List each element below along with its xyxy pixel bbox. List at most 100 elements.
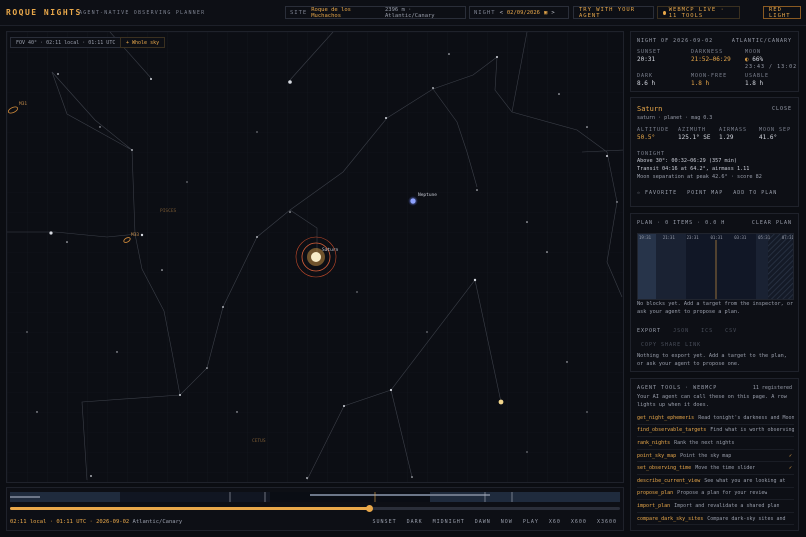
azimuth-label: AZIMUTH — [678, 127, 707, 133]
m31-label: M31 — [19, 101, 27, 107]
play-button[interactable]: PLAY — [523, 519, 539, 525]
plan-empty-text: No blocks yet. Add a target from the ins… — [637, 301, 794, 315]
tonight-transit: Transit 04:16 at 64.2°, airmass 1.11 — [637, 166, 750, 172]
moon-phase-icon: ◐ — [745, 56, 749, 63]
saturn-label: Saturn — [322, 247, 339, 253]
tonight-above: Above 30°: 00:32–06:29 (357 min) — [637, 158, 737, 164]
agent-tools-panel: AGENT TOOLS · WEBMCP 11 registered Your … — [630, 378, 799, 531]
current-timezone: Atlantic/Canary — [132, 519, 183, 525]
favorite-button[interactable]: ☆ FAVORITE — [637, 190, 677, 196]
copy-share-link-button[interactable]: COPY SHARE LINK — [641, 342, 701, 348]
tool-row[interactable]: point_sky_map Point the sky map ✓ — [637, 450, 794, 463]
moonsep-value: 41.6° — [759, 134, 778, 141]
time-slider-thumb[interactable] — [366, 505, 374, 512]
export-ics-button[interactable]: ICS — [701, 328, 713, 334]
night-title: NIGHT OF 2026-09-02 — [637, 38, 714, 44]
tool-name: rank_nights — [637, 439, 671, 446]
live-dot-icon — [663, 10, 666, 15]
fov-readout: FOV 40° · 02:11 local · 01:11 UTC — [10, 37, 122, 48]
check-icon: ✓ — [788, 452, 792, 459]
tool-row[interactable]: find_observable_targets Find what is wort… — [637, 425, 794, 438]
plan-hour: 01:31 — [710, 235, 723, 240]
plan-hour: 21:31 — [662, 235, 675, 240]
tool-row[interactable]: set_observing_time Move the time slider ✓ — [637, 462, 794, 475]
tool-row[interactable]: propose_plan Propose a plan for your revi… — [637, 488, 794, 501]
now-button[interactable]: NOW — [501, 519, 513, 525]
tool-row[interactable]: get_night_ephemeris Read tonight's darkne… — [637, 412, 794, 425]
sunset-button[interactable]: SUNSET — [373, 519, 397, 525]
sunset-value: 20:31 — [637, 56, 656, 63]
speed-x600-button[interactable]: X600 — [571, 519, 587, 525]
tool-desc: Import and revalidate a shared plan — [674, 502, 780, 509]
tool-row[interactable]: rank_nights Rank the next nights — [637, 437, 794, 450]
export-csv-button[interactable]: CSV — [725, 328, 737, 334]
sunset-label: SUNSET — [637, 49, 662, 55]
export-row: EXPORT JSON ICS CSV — [637, 328, 737, 334]
night-selector: NIGHT < 02/09/2026 ▣ > — [469, 6, 569, 19]
dark-button[interactable]: DARK — [407, 519, 423, 525]
moonfree-label: MOON-FREE — [691, 73, 728, 79]
try-agent-button[interactable]: TRY WITH YOUR AGENT — [573, 6, 654, 19]
clear-plan-button[interactable]: CLEAR PLAN — [752, 220, 792, 226]
night-date-input[interactable]: 02/09/2026 — [507, 10, 540, 16]
midnight-button[interactable]: MIDNIGHT — [433, 519, 465, 525]
calendar-icon[interactable]: ▣ — [544, 10, 547, 16]
night-timeline-track[interactable] — [10, 492, 620, 502]
tool-name: propose_plan — [637, 490, 674, 497]
tool-desc: Read tonight's darkness and Moon — [698, 414, 794, 421]
tonight-moon-sep: Moon separation at peak 42.6° · score 82 — [637, 174, 762, 180]
tool-name: set_observing_time — [637, 465, 692, 472]
close-inspector-button[interactable]: CLOSE — [772, 106, 792, 112]
red-light-button[interactable]: RED LIGHT — [763, 6, 801, 19]
tool-desc: Point the sky map — [680, 452, 732, 459]
target-actions: ☆ FAVORITE POINT MAP ADD TO PLAN — [637, 190, 777, 196]
plan-hour: 03:31 — [734, 235, 747, 240]
add-to-plan-button[interactable]: ADD TO PLAN — [733, 190, 777, 196]
whole-sky-button[interactable]: + Whole sky — [120, 37, 166, 48]
dawn-button[interactable]: DAWN — [475, 519, 491, 525]
time-slider[interactable] — [10, 505, 620, 512]
night-summary-panel: NIGHT OF 2026-09-02 ATLANTIC/CANARY SUNS… — [630, 31, 799, 92]
check-icon: ✓ — [788, 465, 792, 472]
moon-value-row: ◐ 66% — [745, 56, 763, 63]
bright-star[interactable] — [498, 399, 504, 405]
tool-name: compare_dark_sky_sites — [637, 515, 704, 522]
app-brand: ROQUE NIGHTS — [6, 8, 82, 17]
usable-value: 1.8 h — [745, 80, 764, 87]
night-prev-button[interactable]: < — [500, 10, 503, 16]
neptune-label: Neptune — [418, 192, 437, 198]
webmcp-status-button[interactable]: WEBMCP LIVE · 11 TOOLS — [657, 6, 740, 19]
m33-label: M33 — [131, 232, 139, 238]
tool-row[interactable]: describe_current_view See what you are lo… — [637, 475, 794, 488]
plan-timeline[interactable]: 19:31 21:31 23:31 01:31 03:31 05:31 07:3… — [637, 233, 794, 300]
usable-label: USABLE — [745, 73, 770, 79]
speed-x3600-button[interactable]: X3600 — [597, 519, 617, 525]
site-name[interactable]: Roque de los Muchachos — [311, 7, 381, 19]
tool-name: find_observable_targets — [637, 427, 707, 434]
tonight-label: TONIGHT — [637, 151, 666, 157]
point-map-button[interactable]: POINT MAP — [687, 190, 723, 196]
site-selector[interactable]: SITE Roque de los Muchachos 2396 m · Atl… — [285, 6, 466, 19]
neptune-disc — [410, 198, 416, 204]
saturn-marker[interactable] — [295, 236, 337, 278]
tool-row[interactable]: compare_dark_sky_sites Compare dark-sky s… — [637, 513, 794, 526]
plan-hour-labels: 19:31 21:31 23:31 01:31 03:31 05:31 07:3… — [639, 235, 793, 240]
altitude-value: 50.5° — [637, 134, 656, 141]
speed-x60-button[interactable]: X60 — [549, 519, 561, 525]
moonfree-value: 1.8 h — [691, 80, 710, 87]
export-label: EXPORT — [637, 328, 662, 334]
sky-map-canvas[interactable]: Saturn Neptune PISCES CETUS M31 M33 — [7, 32, 624, 483]
tools-registered: 11 registered — [752, 385, 792, 391]
dark-value: 8.6 h — [637, 80, 656, 87]
darkness-label: DARKNESS — [691, 49, 724, 55]
sky-map[interactable]: Saturn Neptune PISCES CETUS M31 M33 — [6, 31, 624, 483]
tool-row[interactable]: import_plan Import and revalidate a share… — [637, 500, 794, 513]
target-subtitle: saturn · planet · mag 0.3 — [637, 115, 713, 121]
altitude-label: ALTITUDE — [637, 127, 670, 133]
export-empty-text: Nothing to export yet. Add a target to t… — [637, 353, 787, 367]
night-next-button[interactable]: > — [551, 10, 554, 16]
export-json-button[interactable]: JSON — [673, 328, 689, 334]
plan-timeline-shading — [638, 234, 793, 299]
airmass-label: AIRMASS — [719, 127, 748, 133]
plan-panel: PLAN · 0 ITEMS · 0.0 H CLEAR PLAN 19:31 … — [630, 213, 799, 372]
